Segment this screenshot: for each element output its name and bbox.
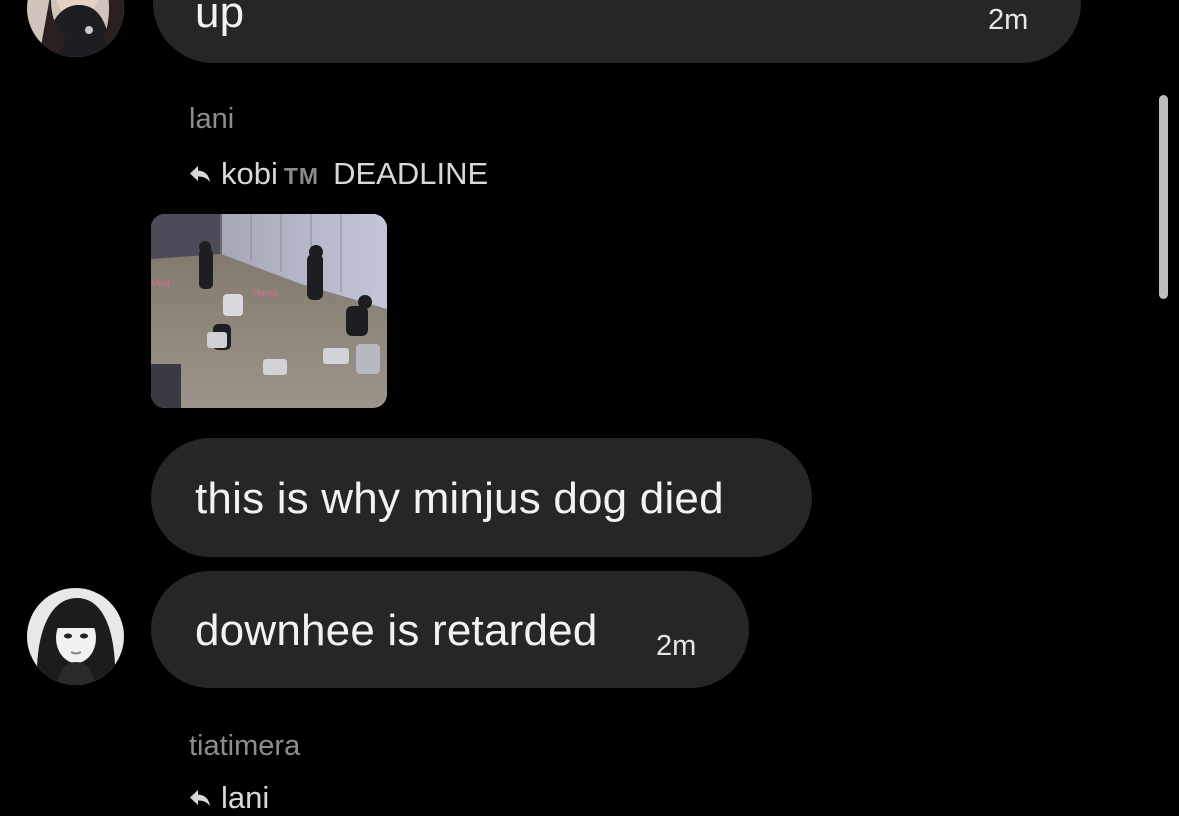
avatar-photo — [27, 588, 124, 685]
message-bubble-up[interactable]: up 2m — [153, 0, 1081, 63]
reply-arrow-icon — [189, 165, 211, 183]
message-time: 2m — [988, 4, 1029, 36]
sender-name: tiatimera — [189, 730, 301, 762]
photo-watermark-right: Hanni — [253, 288, 277, 298]
message-time: 2m — [656, 630, 697, 662]
reply-arrow-icon — [189, 789, 211, 807]
reply-tm-badge: TM — [283, 162, 320, 189]
photo-watermark-left: Minji — [151, 278, 170, 288]
message-bubble[interactable]: this is why minjus dog died — [151, 438, 812, 557]
sender-name: lani — [189, 103, 235, 135]
photo-image: Minji Hanni — [151, 214, 387, 408]
avatar[interactable] — [27, 0, 124, 57]
scrollbar[interactable] — [1159, 95, 1168, 299]
message-text: downhee is retarded — [195, 606, 598, 655]
message-text: this is why minjus dog died — [195, 474, 724, 523]
message-text: up — [195, 0, 245, 37]
reply-reference[interactable]: kobi TM DEADLINE — [189, 156, 488, 192]
reply-text: DEADLINE — [333, 156, 489, 191]
photo-attachment[interactable]: Minji Hanni — [151, 214, 387, 408]
message-bubble[interactable]: downhee is retarded 2m — [151, 571, 749, 688]
reply-username: lani — [221, 780, 270, 815]
reply-reference[interactable]: lani — [189, 780, 269, 816]
reply-username: kobi — [221, 156, 278, 191]
avatar[interactable] — [27, 588, 124, 685]
avatar-photo — [27, 0, 124, 57]
